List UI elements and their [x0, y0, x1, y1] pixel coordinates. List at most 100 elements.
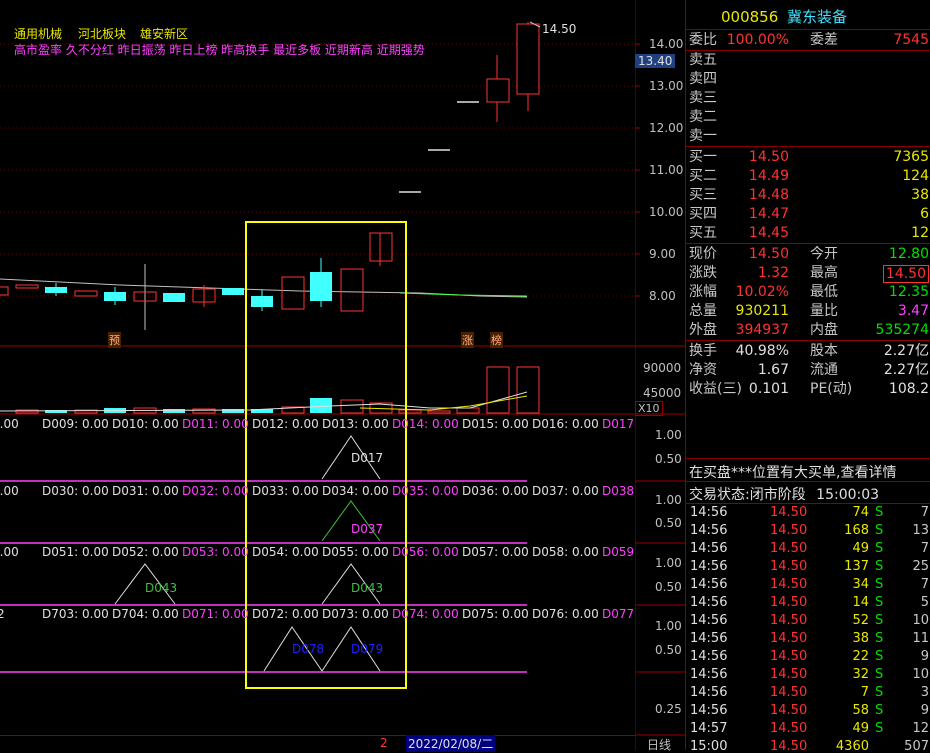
price-tick: 11.00 — [649, 163, 684, 177]
ind-label: D703: 0.00 — [42, 607, 109, 621]
price-grid — [0, 43, 635, 297]
tick-volume: 7 — [860, 685, 869, 700]
candle — [281, 276, 305, 310]
ind-label: D058: 0.00 — [532, 545, 599, 559]
status-value: 闭市阶段 — [749, 487, 806, 503]
tick-price: 14.50 — [770, 523, 808, 538]
ind-label: D011: 0.00 — [182, 417, 249, 431]
bid-row[interactable]: 买二 14.49 124 — [686, 167, 930, 186]
ask-label: 卖二 — [689, 109, 717, 125]
stat-value: 1.67 — [757, 362, 789, 378]
page-indicator[interactable]: 2 — [380, 736, 388, 750]
ind-row3-lead: 0.00 — [0, 545, 19, 559]
candle — [0, 286, 9, 296]
bid-volume: 7365 — [893, 149, 929, 165]
candle — [45, 287, 67, 293]
tick-side: S — [875, 577, 884, 592]
feature-tags: 高市盈率 久不分红 昨日振荡 昨日上榜 昨高换手 最近多板 近期新高 近期强势 — [14, 43, 425, 57]
tick-count: 13 — [912, 523, 929, 538]
stock-header[interactable]: 000856 冀东装备 — [721, 6, 847, 27]
tick-row[interactable]: 14:56 14.50 14 S 5 — [686, 594, 930, 612]
stat-value: 930211 — [735, 303, 789, 319]
price-tick: 13.00 — [649, 79, 684, 93]
ask-row[interactable]: 卖五 — [686, 51, 930, 70]
tick-row[interactable]: 14:56 14.50 58 S 9 — [686, 702, 930, 720]
tick-volume: 74 — [852, 505, 869, 520]
ind-label: D030: 0.00 — [42, 484, 109, 498]
ind-label: D055: 0.00 — [322, 545, 389, 559]
tick-time: 14:56 — [690, 649, 728, 664]
tick-row[interactable]: 14:56 14.50 49 S 7 — [686, 540, 930, 558]
stat-value: 12.35 — [888, 284, 929, 300]
stat-label: 净资 — [689, 362, 717, 378]
bid-label: 买五 — [689, 225, 717, 241]
tick-volume: 38 — [852, 631, 869, 646]
ind-label: D071: 0.00 — [182, 607, 249, 621]
ind-label: D056: 0.00 — [392, 545, 459, 559]
kline-chart-area[interactable]: 通用机械 河北板块 雄安新区 高市盈率 久不分红 昨日振荡 昨日上榜 昨高换手 … — [0, 0, 635, 752]
tick-list[interactable]: 14:56 14.50 74 S 7 14:56 14.50 168 S 13 14:56 14.50… — [686, 504, 930, 750]
tick-row[interactable]: 14:56 14.50 38 S 11 — [686, 630, 930, 648]
status-label: 交易状态: — [689, 487, 750, 503]
ind-label: D704: 0.00 — [112, 607, 179, 621]
tick-count: 25 — [912, 559, 929, 574]
stat-row: 外盘 394937 内盘 535274 — [686, 321, 930, 340]
tick-side: S — [875, 613, 884, 628]
tick-row[interactable]: 14:57 14.50 49 S 12 — [686, 720, 930, 738]
tick-row[interactable]: 14:56 14.50 34 S 7 — [686, 576, 930, 594]
sector-tag-3[interactable]: 雄安新区 — [140, 25, 188, 42]
tick-row[interactable]: 14:56 14.50 7 S 3 — [686, 684, 930, 702]
stat-label: 流通 — [810, 362, 838, 378]
tick-count: 12 — [912, 721, 929, 736]
webi-value: 100.00% — [726, 32, 789, 48]
webi-label: 委比 — [689, 32, 717, 48]
candle — [516, 23, 540, 95]
tick-price: 14.50 — [770, 667, 808, 682]
ind-label: D076: 0.00 — [532, 607, 599, 621]
ind-peak-label: D037 — [351, 522, 384, 536]
bid-row[interactable]: 买四 14.47 6 — [686, 205, 930, 224]
bid-row[interactable]: 买五 14.45 12 — [686, 224, 930, 243]
tick-price: 14.50 — [770, 703, 808, 718]
ind-label: D013: 0.00 — [322, 417, 389, 431]
ask-row[interactable]: 卖二 — [686, 108, 930, 127]
ask-row[interactable]: 卖三 — [686, 89, 930, 108]
sector-tag-1[interactable]: 通用机械 — [14, 25, 62, 42]
tick-volume: 34 — [852, 577, 869, 592]
tick-row[interactable]: 14:56 14.50 52 S 10 — [686, 612, 930, 630]
tick-price: 14.50 — [770, 577, 808, 592]
tick-price: 14.50 — [770, 649, 808, 664]
ask-row[interactable]: 卖四 — [686, 70, 930, 89]
tick-time: 14:56 — [690, 667, 728, 682]
bid-label: 买三 — [689, 187, 717, 203]
marker-yu[interactable]: 预 — [108, 332, 121, 348]
period-selector[interactable]: 日线 — [647, 736, 671, 753]
ind-label: D074: 0.00 — [392, 607, 459, 621]
weicha-label: 委差 — [810, 32, 838, 48]
ask-row[interactable]: 卖一 — [686, 127, 930, 146]
tick-time: 14:56 — [690, 559, 728, 574]
kline-svg[interactable] — [0, 0, 635, 750]
marker-zhang[interactable]: 涨 — [461, 332, 474, 348]
tick-price: 14.50 — [770, 541, 808, 556]
marker-bang[interactable]: 榜 — [490, 332, 503, 348]
tick-side: S — [875, 559, 884, 574]
tick-row[interactable]: 14:56 14.50 168 S 13 — [686, 522, 930, 540]
tick-row[interactable]: 14:56 14.50 32 S 10 — [686, 666, 930, 684]
volume-tick: 45000 — [643, 386, 682, 400]
ind-label: D054: 0.00 — [252, 545, 319, 559]
volume-bar — [340, 399, 364, 414]
tick-side: S — [875, 649, 884, 664]
bid-row[interactable]: 买一 14.50 7365 — [686, 148, 930, 167]
ind-label: D009: 0.00 — [42, 417, 109, 431]
tick-row[interactable]: 14:56 14.50 137 S 25 — [686, 558, 930, 576]
bid-row[interactable]: 买三 14.48 38 — [686, 186, 930, 205]
stat-label: 最低 — [810, 284, 838, 300]
weicha-value: 7545 — [893, 32, 929, 48]
tick-row[interactable]: 15:00 14.50 4360 507 — [686, 738, 930, 750]
tick-row[interactable]: 14:56 14.50 74 S 7 — [686, 504, 930, 522]
tick-row[interactable]: 14:56 14.50 22 S 9 — [686, 648, 930, 666]
price-axis[interactable]: 14.00 13.00 12.00 11.00 10.00 9.00 8.00 … — [635, 0, 685, 753]
big-order-notice[interactable]: 在买盘***位置有大买单,查看详情 — [689, 462, 896, 482]
sector-tag-2[interactable]: 河北板块 — [78, 25, 126, 42]
